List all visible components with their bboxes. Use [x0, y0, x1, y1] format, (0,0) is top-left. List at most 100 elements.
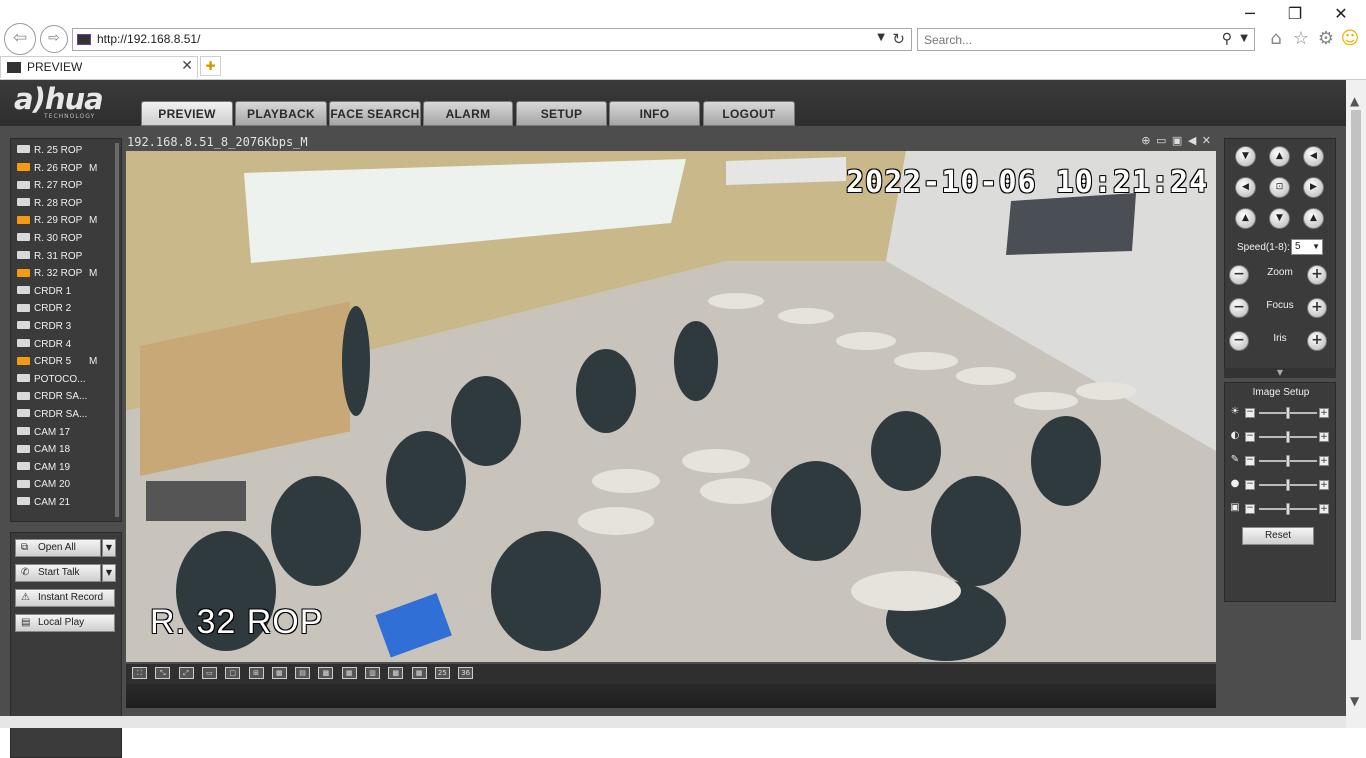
channel-item[interactable]: CAM 18	[17, 442, 70, 458]
contrast-minus-button[interactable]: −	[1245, 432, 1255, 442]
audio-icon[interactable]: ◀	[1188, 134, 1197, 147]
gain-slider-knob[interactable]	[1286, 503, 1290, 515]
split-wide-button[interactable]: ▭	[201, 667, 217, 679]
speed-select[interactable]: 5 ▼	[1291, 239, 1323, 255]
close-window-button[interactable]: ✕	[1329, 4, 1353, 24]
close-video-icon[interactable]: ✕	[1202, 134, 1212, 147]
saturation-plus-button[interactable]: +	[1319, 456, 1329, 466]
address-url[interactable]: http://192.168.8.51/	[97, 32, 200, 46]
search-icon[interactable]: ⚲	[1222, 31, 1232, 47]
contrast-slider-knob[interactable]	[1286, 431, 1290, 443]
scroll-thumb[interactable]	[1351, 110, 1361, 640]
channel-item[interactable]: CAM 17	[17, 425, 70, 441]
channel-item[interactable]: CAM 20	[17, 477, 70, 493]
saturation-slider-knob[interactable]	[1286, 455, 1290, 467]
split-9b-button[interactable]: ▦	[341, 667, 357, 679]
gain-plus-button[interactable]: +	[1319, 504, 1329, 514]
split-13-button[interactable]: ▥	[365, 667, 380, 679]
channel-item[interactable]: CAM 21	[17, 495, 70, 511]
brightness-plus-button[interactable]: +	[1319, 408, 1329, 418]
tab-close-icon[interactable]: ✕	[181, 58, 193, 74]
search-dropdown-icon[interactable]: ▼	[1240, 33, 1248, 44]
reset-button[interactable]: Reset	[1242, 527, 1314, 545]
split-36-button[interactable]: 36	[458, 667, 474, 679]
restore-button[interactable]: ❐	[1283, 4, 1307, 24]
tab-logout[interactable]: LOGOUT	[703, 101, 795, 126]
focus-plus-button[interactable]: +	[1307, 298, 1327, 318]
brightness-minus-button[interactable]: −	[1245, 408, 1255, 418]
split-25-button[interactable]: 25	[434, 667, 450, 679]
hue-minus-button[interactable]: −	[1245, 480, 1255, 490]
split-1-button[interactable]: □	[225, 667, 241, 679]
ptz-down-button[interactable]: ▼	[1269, 208, 1290, 229]
tab-preview[interactable]: PREVIEW	[141, 101, 233, 126]
channel-item[interactable]: R. 30 ROP	[17, 231, 82, 247]
scroll-down-icon[interactable]: ▼	[1350, 694, 1359, 708]
gain-minus-button[interactable]: −	[1245, 504, 1255, 514]
open-all-button[interactable]: ⧉ Open All	[15, 539, 101, 557]
instant-record-button[interactable]: ⚠ Instant Record	[15, 589, 115, 607]
split-16-button[interactable]: ▩	[388, 667, 404, 679]
minimize-button[interactable]: ─	[1238, 4, 1262, 24]
split-fit-button[interactable]: ⤢	[178, 667, 194, 679]
forward-button[interactable]: ⇨	[40, 25, 68, 53]
star-icon[interactable]: ☆	[1290, 28, 1312, 49]
channel-item[interactable]: CRDR SA...	[17, 389, 87, 405]
channel-item[interactable]: CRDR 5 M	[17, 354, 97, 370]
split-4-button[interactable]: ⊞	[248, 667, 264, 679]
channel-item[interactable]: R. 31 ROP	[17, 249, 82, 265]
channel-item[interactable]: CRDR SA...	[17, 407, 87, 423]
new-tab-button[interactable]: ✚	[200, 56, 221, 76]
search-box[interactable]: ⚲ ▼	[917, 28, 1255, 51]
channel-item[interactable]: R. 32 ROP M	[17, 266, 97, 282]
ptz-up-left-button[interactable]: ▼	[1235, 146, 1256, 167]
smiley-icon[interactable]: ☺	[1339, 28, 1361, 49]
ptz-center-button[interactable]: ⊡	[1269, 177, 1290, 198]
channel-item[interactable]: CRDR 2	[17, 301, 71, 317]
tab-face-search[interactable]: FACE SEARCH	[329, 101, 421, 126]
live-video[interactable]: 2022-10-06 10:21:24 R. 32 ROP	[126, 151, 1216, 662]
address-dropdown-icon[interactable]: ▼	[877, 32, 885, 43]
contrast-plus-button[interactable]: +	[1319, 432, 1329, 442]
zoom-icon[interactable]: ⊕	[1141, 134, 1151, 147]
ptz-up-right-button[interactable]: ◀	[1303, 146, 1324, 167]
channel-item[interactable]: R. 28 ROP	[17, 196, 82, 212]
channel-item[interactable]: POTOCO...	[17, 372, 86, 388]
ptz-down-right-button[interactable]: ▲	[1303, 208, 1324, 229]
channel-list-scrollbar[interactable]	[115, 143, 119, 517]
ptz-collapse-handle[interactable]: ▼	[1224, 368, 1336, 378]
refresh-icon[interactable]: ↻	[892, 30, 905, 48]
gear-icon[interactable]: ⚙	[1315, 28, 1337, 49]
focus-minus-button[interactable]: −	[1229, 298, 1249, 318]
split-9-button[interactable]: ▩	[318, 667, 334, 679]
brightness-slider-knob[interactable]	[1286, 407, 1290, 419]
local-play-button[interactable]: ▤ Local Play	[15, 614, 115, 632]
split-20-button[interactable]: ▦	[411, 667, 427, 679]
ptz-down-left-button[interactable]: ▲	[1235, 208, 1256, 229]
open-all-dropdown[interactable]: ▼	[102, 539, 116, 557]
search-input[interactable]	[924, 31, 1204, 48]
home-icon[interactable]: ⌂	[1265, 28, 1287, 49]
zoom-plus-button[interactable]: +	[1307, 265, 1327, 285]
page-scrollbar[interactable]: ▲ ▼	[1346, 80, 1366, 728]
camera-icon[interactable]: ▣	[1172, 134, 1183, 147]
channel-item[interactable]: R. 29 ROP M	[17, 213, 97, 229]
split-ratio-button[interactable]: ⤡	[155, 667, 171, 679]
tab-playback[interactable]: PLAYBACK	[235, 101, 327, 126]
screenshot-icon[interactable]: ▭	[1156, 134, 1167, 147]
tab-setup[interactable]: SETUP	[516, 101, 607, 126]
iris-plus-button[interactable]: +	[1307, 331, 1327, 351]
hue-plus-button[interactable]: +	[1319, 480, 1329, 490]
channel-item[interactable]: R. 26 ROP M	[17, 161, 97, 177]
tab-info[interactable]: INFO	[609, 101, 700, 126]
browser-tab[interactable]: PREVIEW ✕	[0, 56, 198, 78]
split-fullscreen-button[interactable]: ⛶	[132, 667, 147, 679]
scroll-up-icon[interactable]: ▲	[1350, 94, 1359, 108]
zoom-minus-button[interactable]: −	[1229, 265, 1249, 285]
back-button[interactable]: ⇦	[4, 23, 36, 55]
channel-item[interactable]: R. 25 ROP	[17, 143, 82, 159]
split-6-button[interactable]: ▦	[271, 667, 287, 679]
channel-item[interactable]: CRDR 1	[17, 284, 71, 300]
saturation-minus-button[interactable]: −	[1245, 456, 1255, 466]
tab-alarm[interactable]: ALARM	[423, 101, 513, 126]
